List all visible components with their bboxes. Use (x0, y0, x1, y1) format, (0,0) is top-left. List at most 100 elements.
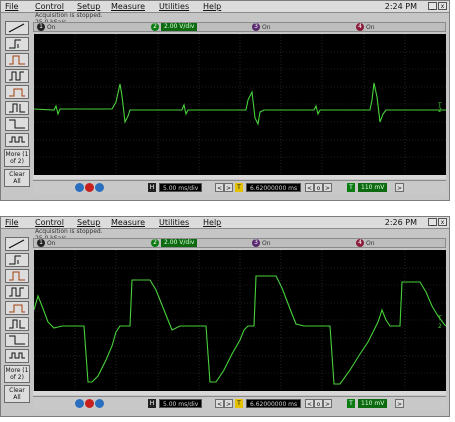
horizontal-scrollbar[interactable] (33, 391, 446, 395)
timebase-up-button[interactable]: > (224, 183, 233, 192)
state-trigger-icon[interactable] (5, 301, 29, 315)
channel-bar: 1 On 2 2.00 V/div 3 On 4 On (33, 238, 446, 248)
horizontal-scrollbar[interactable] (33, 175, 446, 179)
close-icon[interactable]: x (438, 218, 447, 226)
menu-control[interactable]: Control (35, 217, 64, 228)
channel-3-icon: 3 (252, 23, 260, 31)
channel-4[interactable]: 4 On (356, 23, 375, 31)
minimize-button[interactable]: _ (428, 218, 437, 226)
channel-1-state: On (47, 239, 56, 247)
close-icon[interactable]: x (438, 2, 447, 10)
waveform-display[interactable]: 2 T (33, 34, 446, 175)
menu-measure[interactable]: Measure (111, 1, 145, 12)
menu-file[interactable]: File (5, 1, 18, 12)
toolbar-sidebar: More (1 of 2) Clear All (3, 21, 31, 193)
delay-field[interactable]: 6.62000000 ms (246, 399, 302, 408)
channel-4-icon: 4 (356, 239, 364, 247)
menu-setup[interactable]: Setup (77, 1, 100, 12)
bottom-toolbar: H 5.00 ms/div < > T 6.62000000 ms < o > … (33, 180, 446, 194)
clear-all-button[interactable]: Clear All (4, 385, 30, 403)
trigger-icon: T (347, 399, 355, 408)
menu-file[interactable]: File (5, 217, 18, 228)
tv-trigger-icon[interactable] (5, 133, 29, 147)
bottom-toolbar: H 5.00 ms/div < > T 6.62000000 ms < o > … (33, 396, 446, 410)
trigger-up-button[interactable]: > (395, 399, 404, 408)
delay-center-button[interactable]: o (314, 183, 323, 192)
timeout-trigger-icon[interactable] (5, 333, 29, 347)
delay-right-button[interactable]: > (323, 399, 332, 408)
pattern-trigger-icon[interactable] (5, 285, 29, 299)
more-button[interactable]: More (1 of 2) (4, 149, 30, 167)
pulse-trigger-icon[interactable] (5, 269, 29, 283)
horizontal-icon: H (148, 399, 156, 408)
channel-1-icon: 1 (37, 239, 45, 247)
minimize-button[interactable]: _ (428, 2, 437, 10)
run-button[interactable] (75, 183, 84, 192)
menu-help[interactable]: Help (203, 217, 221, 228)
timebase-down-button[interactable]: < (215, 399, 224, 408)
channel-3[interactable]: 3 On (252, 239, 271, 247)
more-button[interactable]: More (1 of 2) (4, 365, 30, 383)
menu-utilities[interactable]: Utilities (159, 1, 189, 12)
stop-button[interactable] (85, 399, 94, 408)
single-button[interactable] (95, 183, 104, 192)
delay-right-button[interactable]: > (323, 183, 332, 192)
single-button[interactable] (95, 399, 104, 408)
pattern-trigger-icon[interactable] (5, 69, 29, 83)
menu-utilities[interactable]: Utilities (159, 217, 189, 228)
acquisition-buttons (75, 183, 104, 192)
channel-2-scale[interactable]: 2.00 V/div (161, 23, 198, 31)
channel-bar: 1 On 2 2.00 V/div 3 On 4 On (33, 22, 446, 32)
menu-measure[interactable]: Measure (111, 217, 145, 228)
clear-all-button[interactable]: Clear All (4, 169, 30, 187)
channel-3[interactable]: 3 On (252, 23, 271, 31)
delay-icon: T (235, 399, 243, 408)
waveform-svg: 2 T (33, 250, 447, 391)
trigger-up-button[interactable]: > (395, 183, 404, 192)
clock: 2:26 PM (384, 218, 417, 227)
pointer-tool-icon[interactable] (5, 237, 29, 251)
trigger-level-field[interactable]: 110 mV (358, 183, 388, 192)
delay-trigger-icon[interactable] (5, 317, 29, 331)
channel-2-icon: 2 (151, 239, 159, 247)
delay-center-button[interactable]: o (314, 399, 323, 408)
channel-1[interactable]: 1 On (37, 239, 56, 247)
timeout-trigger-icon[interactable] (5, 117, 29, 131)
trigger-icon: T (347, 183, 355, 192)
timebase-down-button[interactable]: < (215, 183, 224, 192)
toolbar-sidebar: More (1 of 2) Clear All (3, 237, 31, 409)
trigger-level-field[interactable]: 110 mV (358, 399, 388, 408)
trigger-marker-icon: T (437, 315, 442, 322)
channel-4-state: On (366, 239, 375, 247)
timebase-field[interactable]: 5.00 ms/div (159, 183, 203, 192)
timebase-up-button[interactable]: > (224, 399, 233, 408)
run-button[interactable] (75, 399, 84, 408)
pulse-trigger-icon[interactable] (5, 53, 29, 67)
state-trigger-icon[interactable] (5, 85, 29, 99)
delay-left-button[interactable]: < (305, 399, 314, 408)
edge-trigger-icon[interactable] (5, 253, 29, 267)
channel-1[interactable]: 1 On (37, 23, 56, 31)
stop-button[interactable] (85, 183, 94, 192)
channel-3-icon: 3 (252, 239, 260, 247)
timebase-field[interactable]: 5.00 ms/div (159, 399, 203, 408)
delay-trigger-icon[interactable] (5, 101, 29, 115)
scope-window-bottom: File Control Setup Measure Utilities Hel… (0, 216, 450, 417)
tv-trigger-icon[interactable] (5, 349, 29, 363)
menu-control[interactable]: Control (35, 1, 64, 12)
channel-4[interactable]: 4 On (356, 239, 375, 247)
channel-2[interactable]: 2 2.00 V/div (151, 23, 198, 31)
channel-1-state: On (47, 23, 56, 31)
grid (34, 250, 446, 391)
menu-setup[interactable]: Setup (77, 217, 100, 228)
delay-left-button[interactable]: < (305, 183, 314, 192)
channel-2[interactable]: 2 2.00 V/div (151, 239, 198, 247)
edge-trigger-icon[interactable] (5, 37, 29, 51)
menu-help[interactable]: Help (203, 1, 221, 12)
waveform-display[interactable]: 2 T (33, 250, 447, 391)
channel-2-scale[interactable]: 2.00 V/div (161, 239, 198, 247)
clock: 2:24 PM (384, 2, 417, 11)
delay-field[interactable]: 6.62000000 ms (246, 183, 302, 192)
pointer-tool-icon[interactable] (5, 21, 29, 35)
waveform-svg: 2 T (33, 34, 446, 175)
